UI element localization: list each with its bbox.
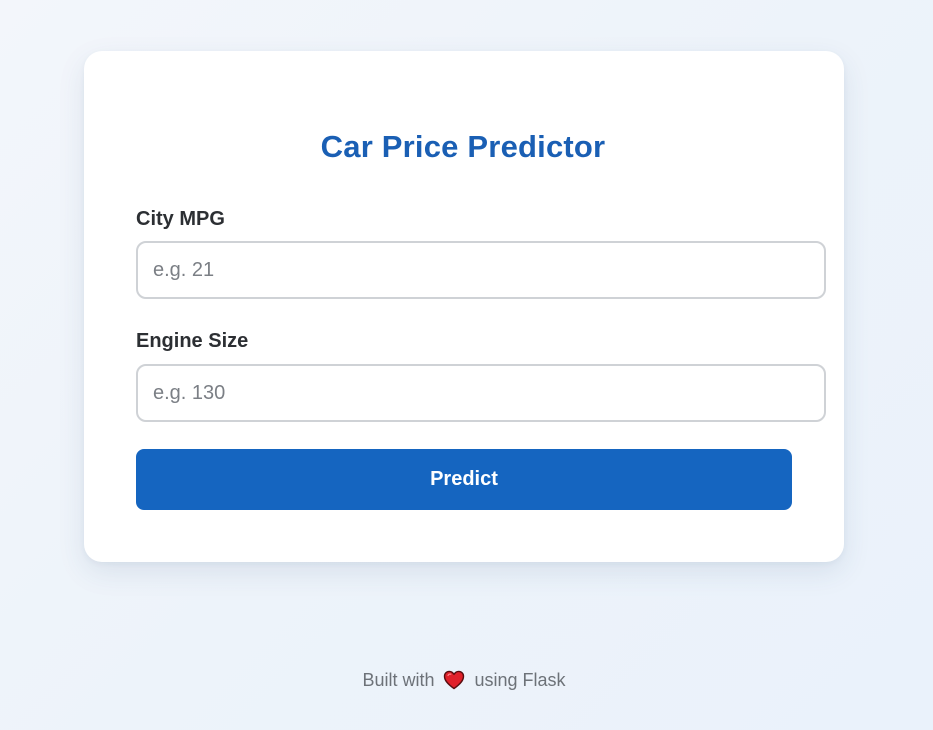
- footer: Built with using Flask: [0, 668, 928, 696]
- engine-size-input[interactable]: [136, 364, 826, 422]
- city-mpg-label: City MPG: [136, 208, 225, 230]
- footer-suffix: using Flask: [474, 670, 566, 690]
- predict-button[interactable]: Predict: [136, 449, 792, 510]
- footer-prefix: Built with: [362, 670, 435, 690]
- city-mpg-input[interactable]: [136, 241, 826, 299]
- page-title: Car Price Predictor: [320, 129, 606, 164]
- engine-size-label: Engine Size: [136, 330, 249, 352]
- heart-icon: [443, 670, 465, 696]
- prediction-card: Car Price Predictor City MPG Engine Size…: [84, 51, 844, 562]
